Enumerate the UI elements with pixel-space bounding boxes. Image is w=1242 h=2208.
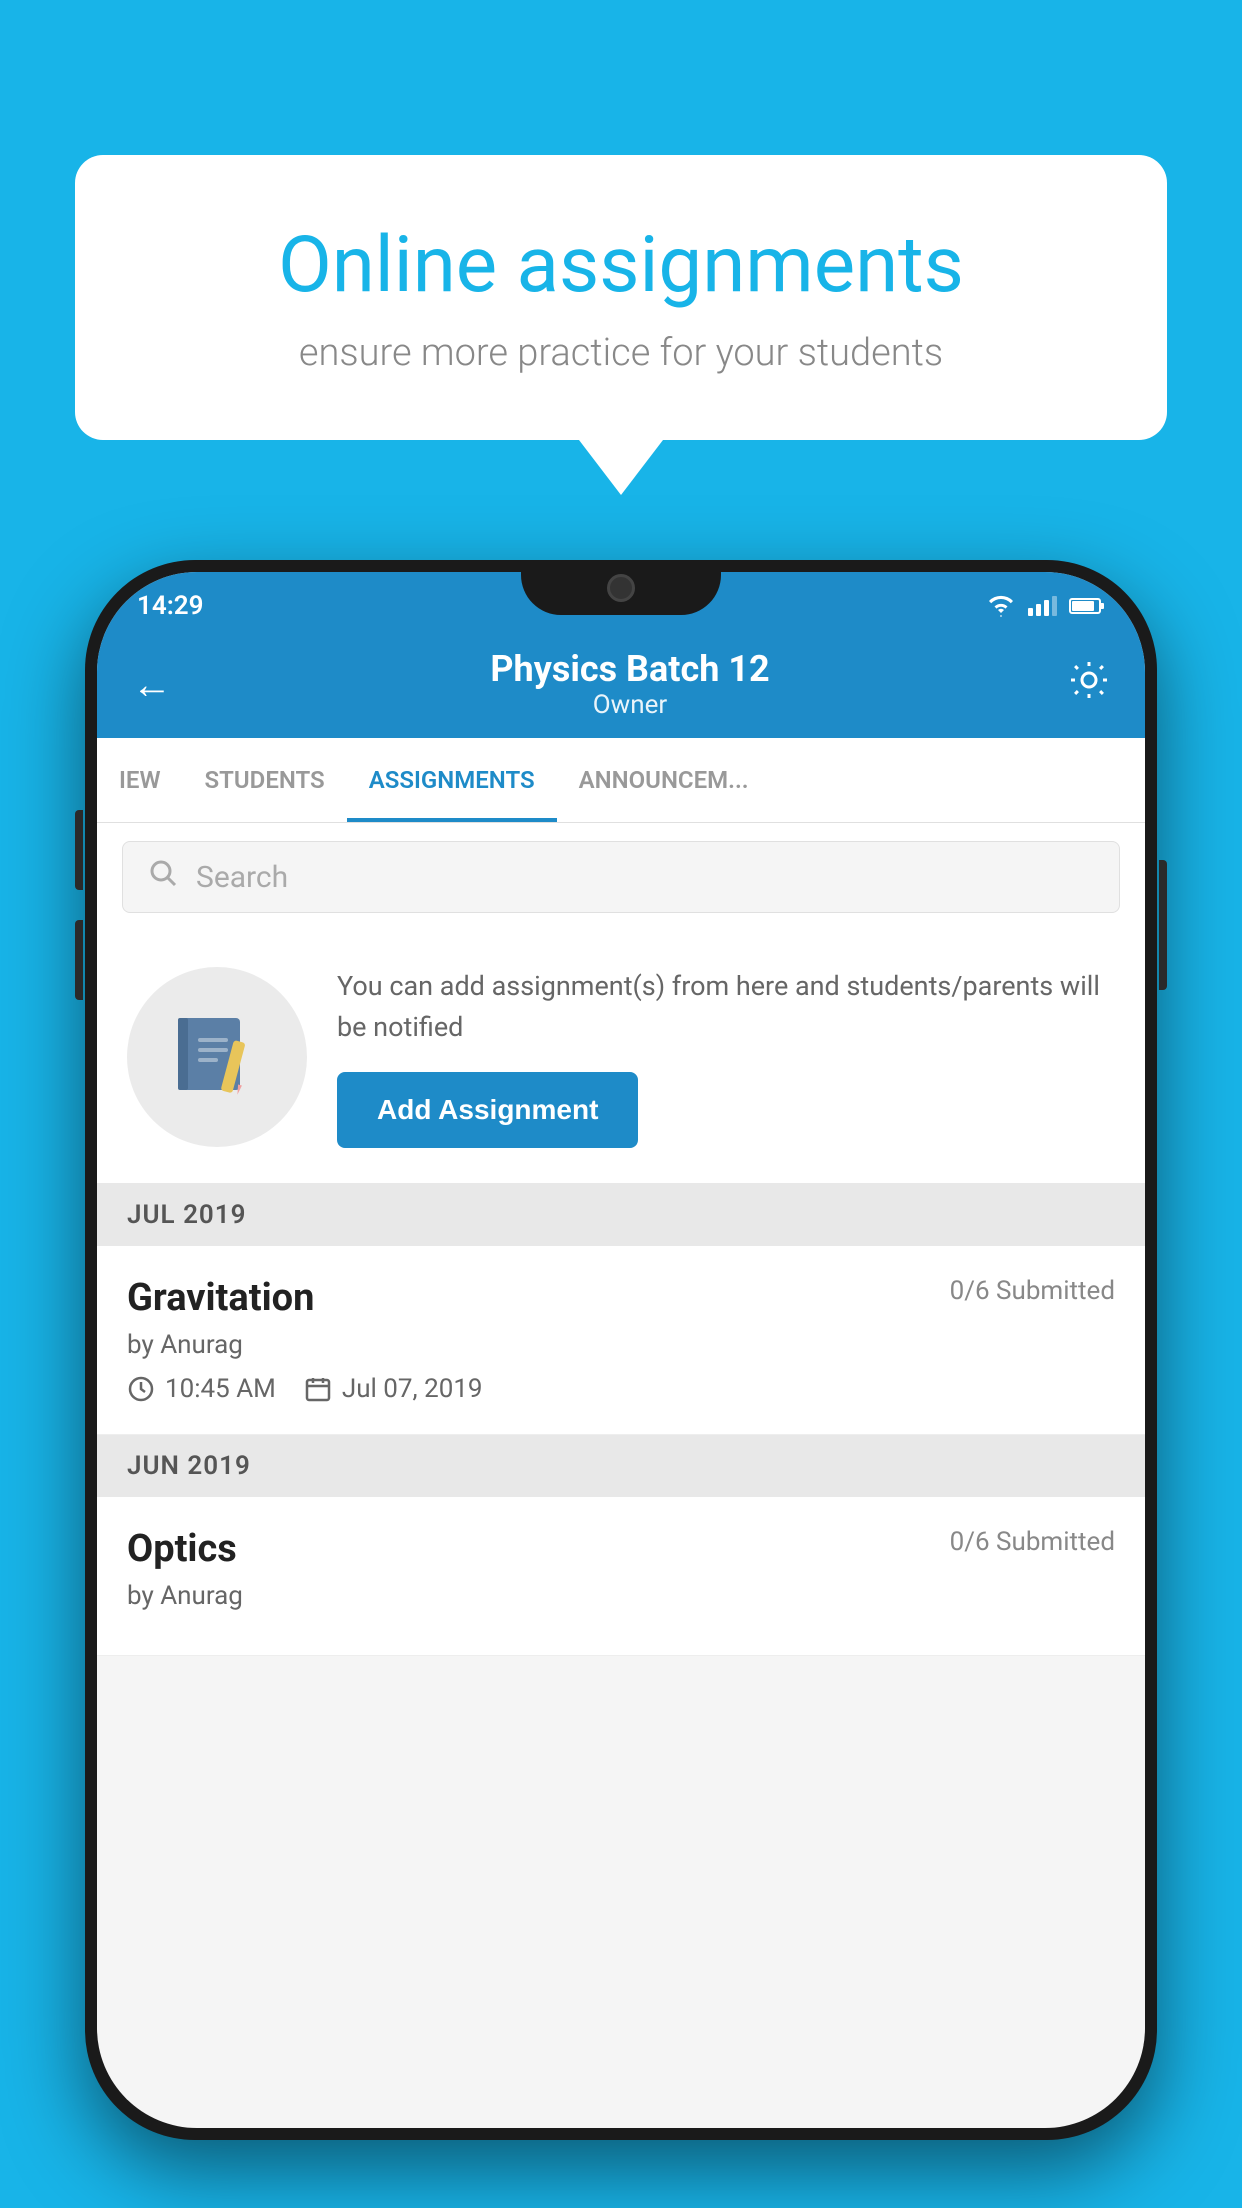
header-title: Physics Batch 12	[192, 648, 1068, 690]
assignment-title: Gravitation	[127, 1276, 314, 1320]
tab-assignments[interactable]: ASSIGNMENTS	[347, 738, 557, 822]
settings-button[interactable]	[1068, 659, 1110, 710]
promo-section: You can add assignment(s) from here and …	[97, 931, 1145, 1184]
speech-bubble-arrow	[579, 440, 663, 495]
tab-students[interactable]: STUDENTS	[183, 738, 347, 822]
header-title-area: Physics Batch 12 Owner	[192, 648, 1068, 720]
assignment-optics-by: by Anurag	[127, 1581, 1115, 1611]
search-container: Search	[97, 823, 1145, 931]
promo-text-area: You can add assignment(s) from here and …	[337, 966, 1115, 1148]
clock-icon	[127, 1375, 155, 1403]
back-button[interactable]: ←	[132, 661, 172, 708]
assignment-time: 10:45 AM	[127, 1374, 276, 1404]
phone-button-volume-up	[75, 810, 83, 890]
promo-icon-circle	[127, 967, 307, 1147]
tabs-container: IEW STUDENTS ASSIGNMENTS ANNOUNCEM...	[97, 738, 1145, 823]
gear-icon	[1068, 659, 1110, 701]
assignment-optics-title: Optics	[127, 1527, 237, 1571]
signal-icon	[1028, 596, 1057, 616]
wifi-icon	[986, 595, 1016, 617]
assignment-date: Jul 07, 2019	[304, 1374, 483, 1404]
assignment-item-gravitation[interactable]: Gravitation 0/6 Submitted by Anurag 10:4…	[97, 1246, 1145, 1435]
assignment-meta: 10:45 AM Jul 07, 2019	[127, 1374, 1115, 1404]
speech-bubble: Online assignments ensure more practice …	[75, 155, 1167, 440]
assignment-status: 0/6 Submitted	[950, 1276, 1115, 1306]
status-icons	[986, 595, 1105, 617]
phone-button-volume-down	[75, 920, 83, 1000]
section-header-jun: JUN 2019	[97, 1435, 1145, 1497]
assignment-item-optics[interactable]: Optics 0/6 Submitted by Anurag	[97, 1497, 1145, 1656]
assignment-by: by Anurag	[127, 1330, 1115, 1360]
tab-announcements[interactable]: ANNOUNCEM...	[557, 738, 771, 822]
phone-screen: 14:29	[97, 572, 1145, 2128]
search-box[interactable]: Search	[122, 841, 1120, 913]
app-header: ← Physics Batch 12 Owner	[97, 630, 1145, 738]
speech-bubble-container: Online assignments ensure more practice …	[75, 155, 1167, 495]
speech-bubble-title: Online assignments	[150, 220, 1092, 311]
search-input[interactable]: Search	[196, 860, 288, 895]
phone-button-power	[1159, 860, 1167, 990]
phone-container: 14:29	[85, 560, 1157, 2140]
notebook-icon	[170, 1010, 265, 1105]
phone-camera	[607, 574, 635, 602]
promo-description: You can add assignment(s) from here and …	[337, 966, 1115, 1047]
phone-outer: 14:29	[85, 560, 1157, 2140]
assignment-optics-status: 0/6 Submitted	[950, 1527, 1115, 1557]
phone-notch	[521, 560, 721, 615]
assignment-optics-top-row: Optics 0/6 Submitted	[127, 1527, 1115, 1571]
section-header-jul: JUL 2019	[97, 1184, 1145, 1246]
battery-icon	[1069, 596, 1105, 616]
add-assignment-button[interactable]: Add Assignment	[337, 1072, 638, 1148]
speech-bubble-subtitle: ensure more practice for your students	[150, 331, 1092, 375]
search-icon	[148, 858, 178, 896]
tab-iew[interactable]: IEW	[97, 738, 183, 822]
calendar-icon	[304, 1375, 332, 1403]
status-time: 14:29	[137, 591, 204, 621]
assignment-top-row: Gravitation 0/6 Submitted	[127, 1276, 1115, 1320]
header-subtitle: Owner	[192, 690, 1068, 720]
